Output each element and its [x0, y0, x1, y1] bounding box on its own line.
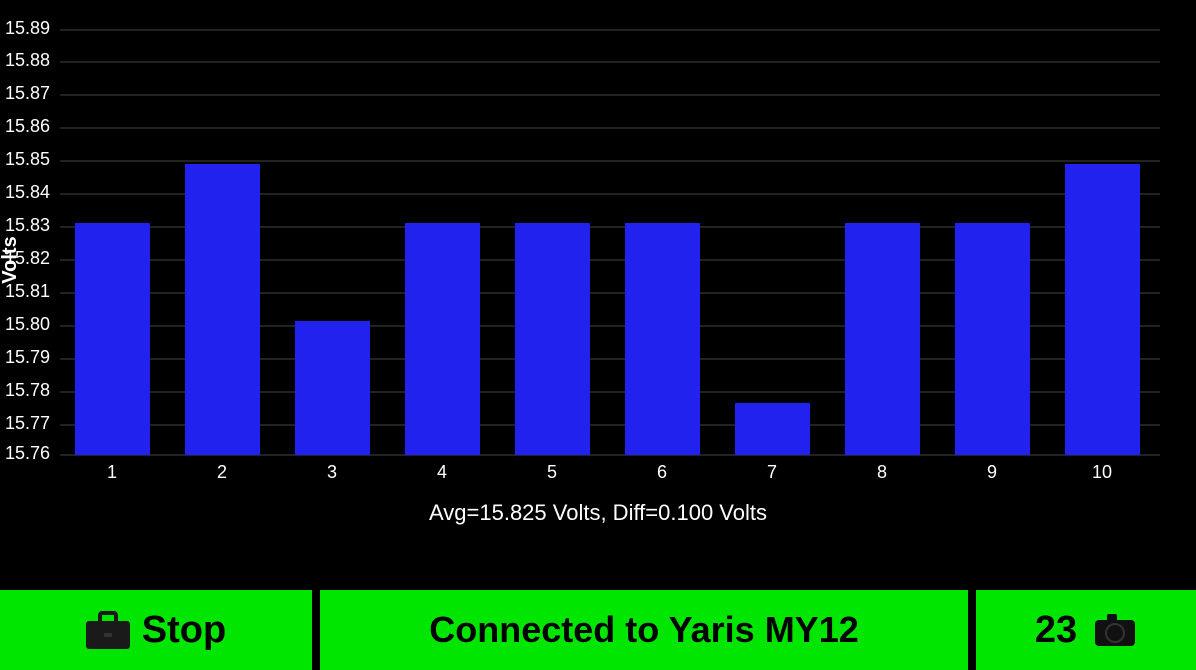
- svg-text:15.83: 15.83: [5, 215, 50, 235]
- svg-text:15.84: 15.84: [5, 182, 50, 202]
- bar-7: [735, 403, 810, 455]
- svg-text:8: 8: [877, 462, 887, 482]
- svg-text:3: 3: [327, 462, 337, 482]
- svg-text:15.79: 15.79: [5, 347, 50, 367]
- bottom-bar: Stop Connected to Yaris MY12 23: [0, 590, 1196, 670]
- bar-2: [185, 164, 260, 455]
- y-axis-label: Volts: [0, 236, 21, 283]
- svg-text:15.78: 15.78: [5, 380, 50, 400]
- svg-text:7: 7: [767, 462, 777, 482]
- bar-8: [845, 223, 920, 455]
- briefcase-icon: [86, 611, 130, 649]
- svg-text:6: 6: [657, 462, 667, 482]
- bar-4: [405, 223, 480, 455]
- svg-text:15.80: 15.80: [5, 314, 50, 334]
- camera-icon: [1093, 612, 1137, 648]
- camera-button[interactable]: 23: [976, 590, 1196, 670]
- separator-left: [312, 590, 316, 670]
- svg-text:5: 5: [547, 462, 557, 482]
- stop-label: Stop: [142, 609, 226, 652]
- svg-text:15.87: 15.87: [5, 83, 50, 103]
- svg-text:1: 1: [107, 462, 117, 482]
- bar-3: [295, 321, 370, 455]
- svg-text:15.89: 15.89: [5, 18, 50, 38]
- connected-status: Connected to Yaris MY12: [320, 590, 968, 670]
- photo-count: 23: [1035, 609, 1077, 652]
- bar-chart: 15.89 15.88 15.87 15.86 15.85 15.84 15.8…: [0, 0, 1196, 590]
- svg-text:2: 2: [217, 462, 227, 482]
- svg-text:15.86: 15.86: [5, 116, 50, 136]
- svg-text:9: 9: [987, 462, 997, 482]
- svg-text:15.76: 15.76: [5, 443, 50, 463]
- svg-text:15.88: 15.88: [5, 50, 50, 70]
- bar-10: [1065, 164, 1140, 455]
- svg-text:15.77: 15.77: [5, 413, 50, 433]
- stop-button[interactable]: Stop: [0, 590, 312, 670]
- bar-5: [515, 223, 590, 455]
- chart-container: 15.89 15.88 15.87 15.86 15.85 15.84 15.8…: [0, 0, 1196, 590]
- chart-subtitle: Avg=15.825 Volts, Diff=0.100 Volts: [429, 500, 767, 525]
- bar-1: [75, 223, 150, 455]
- svg-text:10: 10: [1092, 462, 1112, 482]
- svg-text:4: 4: [437, 462, 447, 482]
- connected-label: Connected to Yaris MY12: [429, 609, 858, 651]
- bar-6: [625, 223, 700, 455]
- bar-9: [955, 223, 1030, 455]
- svg-text:15.85: 15.85: [5, 149, 50, 169]
